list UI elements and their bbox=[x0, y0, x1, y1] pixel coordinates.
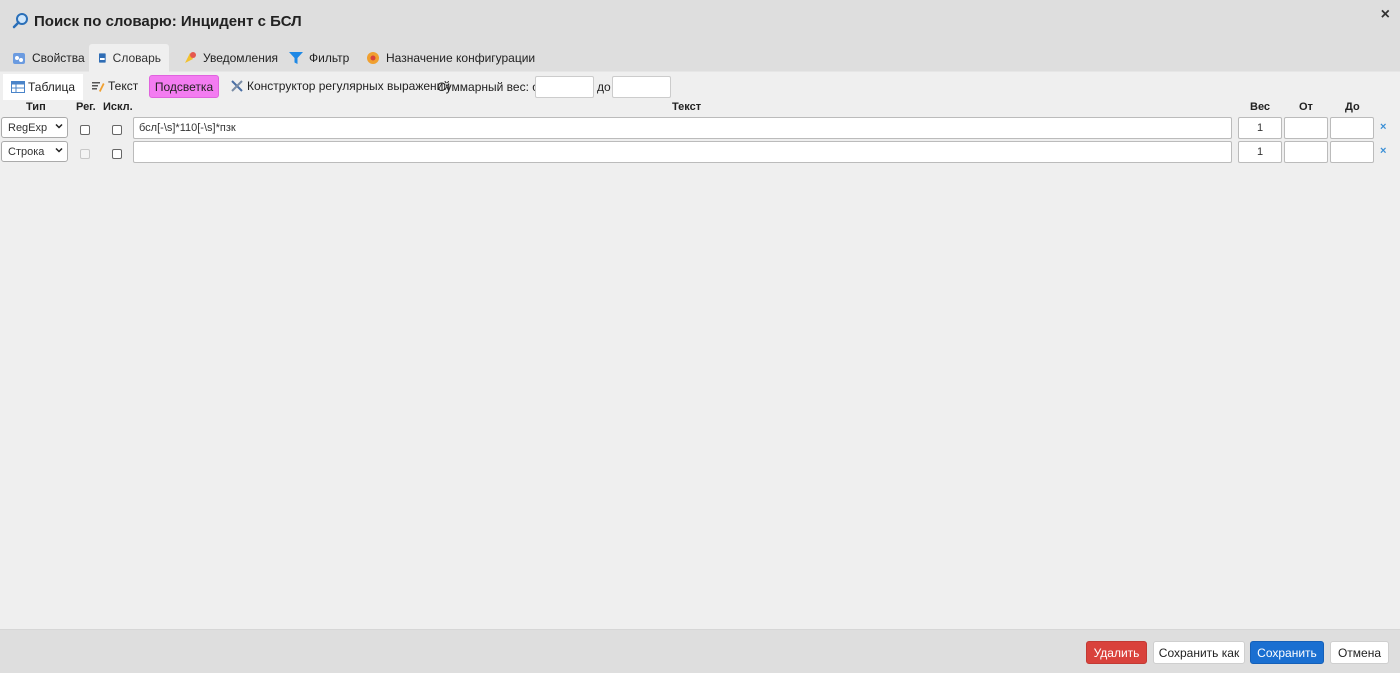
tab-label: Фильтр bbox=[309, 51, 350, 65]
table-icon bbox=[11, 81, 25, 93]
main-tabs: Свойства Словарь Уведомления Фильтр Назн… bbox=[0, 44, 1400, 72]
excl-checkbox[interactable] bbox=[112, 125, 122, 135]
column-header-text: Текст bbox=[672, 101, 702, 113]
tab-label: Словарь bbox=[112, 51, 161, 65]
dialog-title: Поиск по словарю: Инцидент с БСЛ bbox=[12, 12, 302, 30]
regex-constructor-button[interactable]: Конструктор регулярных выражений bbox=[222, 74, 458, 98]
subtab-label: Таблица bbox=[28, 80, 76, 94]
tab-notifications[interactable]: Уведомления bbox=[174, 44, 286, 72]
tab-label: Уведомления bbox=[203, 51, 279, 65]
reg-checkbox[interactable] bbox=[80, 125, 90, 135]
type-select-value: Строка bbox=[8, 145, 45, 158]
column-header-reg: Рег. bbox=[76, 101, 96, 113]
save-button[interactable]: Сохранить bbox=[1250, 641, 1324, 664]
dialog-titlebar: Поиск по словарю: Инцидент с БСЛ × bbox=[0, 0, 1400, 44]
subtab-label: Текст bbox=[108, 79, 139, 93]
properties-icon bbox=[13, 53, 25, 64]
type-select[interactable]: Строка bbox=[1, 141, 68, 162]
type-select[interactable]: RegExp bbox=[1, 117, 68, 138]
dialog-title-text: Поиск по словарю: Инцидент с БСЛ bbox=[34, 12, 302, 30]
chevron-down-icon bbox=[55, 147, 63, 153]
delete-button[interactable]: Удалить bbox=[1086, 641, 1147, 664]
from-input[interactable] bbox=[1284, 117, 1328, 139]
tab-label: Назначение конфигурации bbox=[386, 51, 536, 65]
reg-checkbox bbox=[80, 149, 90, 159]
regex-constructor-label: Конструктор регулярных выражений bbox=[247, 79, 451, 93]
close-icon[interactable]: × bbox=[1381, 6, 1390, 24]
total-weight-from-label: Суммарный вес: от bbox=[437, 80, 545, 94]
to-input[interactable] bbox=[1330, 117, 1374, 139]
to-input[interactable] bbox=[1330, 141, 1374, 163]
column-header-excl: Искл. bbox=[103, 101, 133, 113]
dictionary-search-dialog: Поиск по словарю: Инцидент с БСЛ × Свойс… bbox=[0, 0, 1400, 673]
search-icon bbox=[12, 13, 28, 29]
filter-icon bbox=[289, 52, 303, 64]
column-header-weight: Вес bbox=[1250, 101, 1271, 113]
subtab-text[interactable]: Текст bbox=[83, 74, 146, 98]
chevron-down-icon bbox=[55, 123, 63, 129]
tab-label: Свойства bbox=[32, 51, 85, 65]
tab-dictionary[interactable]: Словарь bbox=[89, 44, 169, 72]
dictionary-icon bbox=[99, 53, 106, 63]
save-as-button[interactable]: Сохранить как bbox=[1153, 641, 1245, 664]
dialog-footer: Удалить Сохранить как Сохранить Отмена bbox=[0, 629, 1400, 673]
type-select-value: RegExp bbox=[8, 121, 48, 134]
column-header-type: Тип bbox=[26, 101, 46, 113]
text-input[interactable]: бсл[-\s]*110[-\s]*пзк bbox=[133, 117, 1232, 139]
total-weight-to-label: до bbox=[597, 80, 611, 94]
total-weight-to-input[interactable] bbox=[612, 76, 671, 98]
text-input[interactable] bbox=[133, 141, 1232, 163]
column-header-from: От bbox=[1299, 101, 1313, 113]
delete-row-icon[interactable]: × bbox=[1380, 145, 1386, 157]
highlight-button[interactable]: Подсветка bbox=[149, 75, 219, 98]
from-input[interactable] bbox=[1284, 141, 1328, 163]
cancel-button[interactable]: Отмена bbox=[1330, 641, 1389, 664]
tab-filter[interactable]: Фильтр bbox=[280, 44, 357, 72]
total-weight-from-input[interactable] bbox=[535, 76, 594, 98]
weight-input[interactable]: 1 bbox=[1238, 117, 1282, 139]
column-header-to: До bbox=[1345, 101, 1360, 113]
tab-properties[interactable]: Свойства bbox=[3, 44, 93, 72]
delete-row-icon[interactable]: × bbox=[1380, 121, 1386, 133]
tools-icon bbox=[231, 80, 243, 92]
text-edit-icon bbox=[92, 82, 105, 92]
excl-checkbox[interactable] bbox=[112, 149, 122, 159]
notifications-icon bbox=[185, 52, 196, 63]
weight-input[interactable]: 1 bbox=[1238, 141, 1282, 163]
subtab-table[interactable]: Таблица bbox=[3, 74, 84, 100]
config-assignment-icon bbox=[367, 52, 379, 64]
tab-config-assignment[interactable]: Назначение конфигурации bbox=[357, 44, 543, 72]
